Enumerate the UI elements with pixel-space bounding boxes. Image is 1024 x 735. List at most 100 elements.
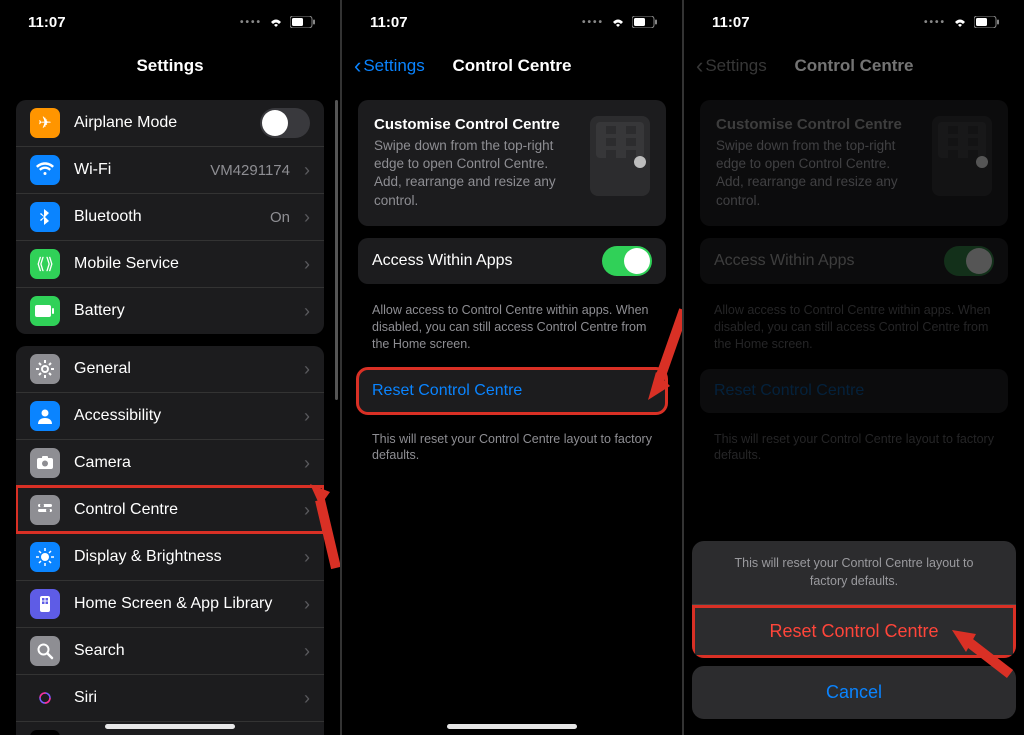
home-indicator[interactable] bbox=[447, 724, 577, 729]
reset-label: Reset Control Centre bbox=[714, 382, 994, 400]
nav-bar: ‹ Settings Control Centre bbox=[342, 44, 682, 88]
reset-control-centre-group: Reset Control Centre bbox=[700, 369, 1008, 413]
access-within-apps-row[interactable]: Access Within Apps bbox=[358, 238, 666, 284]
reset-control-centre-button[interactable]: Reset Control Centre bbox=[358, 369, 666, 413]
chevron-right-icon: › bbox=[304, 254, 310, 275]
customise-promo-card: Customise Control Centre Swipe down from… bbox=[700, 100, 1008, 226]
settings-row-bluetooth[interactable]: BluetoothOn› bbox=[16, 193, 324, 240]
camera-icon bbox=[30, 448, 60, 478]
home-indicator[interactable] bbox=[105, 724, 235, 729]
sheet-reset-button[interactable]: Reset Control Centre bbox=[692, 605, 1016, 658]
access-footer: Allow access to Control Centre within ap… bbox=[684, 296, 1024, 357]
settings-row-camera[interactable]: Camera › bbox=[16, 439, 324, 486]
settings-row-siri[interactable]: Siri› bbox=[16, 674, 324, 721]
reset-control-centre-button: Reset Control Centre bbox=[700, 369, 1008, 413]
nav-title: Control Centre bbox=[453, 56, 572, 76]
access-switch bbox=[944, 246, 994, 276]
access-switch[interactable] bbox=[602, 246, 652, 276]
settings-row-battery[interactable]: Battery› bbox=[16, 287, 324, 334]
nav-bar: Settings bbox=[0, 44, 340, 88]
settings-row-airplane-mode[interactable]: ✈ Airplane Mode bbox=[16, 100, 324, 146]
settings-row-home-screen-app-library[interactable]: Home Screen & App Library› bbox=[16, 580, 324, 627]
access-within-apps-group: Access Within Apps bbox=[358, 238, 666, 284]
wifi-icon bbox=[30, 155, 60, 185]
sheet-message: This will reset your Control Centre layo… bbox=[692, 541, 1016, 605]
chevron-right-icon: › bbox=[304, 641, 310, 662]
status-icons: •••• bbox=[924, 16, 1000, 28]
battery-icon bbox=[974, 16, 1000, 28]
row-label: Camera bbox=[74, 454, 290, 472]
status-bar: 11:07 •••• bbox=[342, 0, 682, 44]
promo-title: Customise Control Centre bbox=[716, 116, 918, 133]
access-within-apps-row: Access Within Apps bbox=[700, 238, 1008, 284]
wifi-icon bbox=[952, 16, 968, 28]
phone-screen-reset-sheet: 11:07 •••• ‹ Settings Control Centre Cus… bbox=[684, 0, 1024, 735]
row-label: Siri bbox=[74, 689, 290, 707]
settings-row-display-brightness[interactable]: Display & Brightness› bbox=[16, 533, 324, 580]
row-label: Display & Brightness bbox=[74, 548, 290, 566]
chevron-left-icon: ‹ bbox=[696, 55, 703, 77]
nav-title: Settings bbox=[136, 56, 203, 76]
chevron-right-icon: › bbox=[304, 453, 310, 474]
back-label: Settings bbox=[705, 56, 766, 76]
promo-graphic bbox=[932, 116, 992, 196]
chevron-right-icon: › bbox=[304, 359, 310, 380]
nav-title: Control Centre bbox=[795, 56, 914, 76]
settings-group-connectivity: ✈Airplane ModeWi-FiVM4291174›BluetoothOn… bbox=[16, 100, 324, 334]
row-label: Accessibility bbox=[74, 407, 290, 425]
settings-row-search[interactable]: Search› bbox=[16, 627, 324, 674]
row-label: Airplane Mode bbox=[74, 114, 246, 132]
action-sheet: This will reset your Control Centre layo… bbox=[692, 541, 1016, 727]
standby-icon bbox=[30, 730, 60, 735]
nav-bar: ‹ Settings Control Centre bbox=[684, 44, 1024, 88]
status-icons: •••• bbox=[582, 16, 658, 28]
control-centre-content-dimmed: Customise Control Centre Swipe down from… bbox=[684, 100, 1024, 468]
promo-description: Swipe down from the top-right edge to op… bbox=[374, 137, 576, 210]
settings-row-wi-fi[interactable]: Wi-FiVM4291174› bbox=[16, 146, 324, 193]
battery-icon bbox=[30, 296, 60, 326]
scroll-indicator[interactable] bbox=[335, 100, 338, 400]
sun-icon bbox=[30, 542, 60, 572]
row-value: On bbox=[270, 209, 290, 226]
row-label: Mobile Service bbox=[74, 255, 290, 273]
settings-row-mobile-service[interactable]: ⟪⟫ Mobile Service › bbox=[16, 240, 324, 287]
wifi-icon bbox=[268, 16, 284, 28]
phone-screen-control-centre: 11:07 •••• ‹ Settings Control Centre Cus… bbox=[342, 0, 682, 735]
row-label: Control Centre bbox=[74, 501, 290, 519]
battery-icon bbox=[290, 16, 316, 28]
row-label: Home Screen & App Library bbox=[74, 595, 290, 613]
icon-icon: ⟪⟫ bbox=[30, 249, 60, 279]
reset-label: Reset Control Centre bbox=[372, 382, 652, 400]
settings-row-general[interactable]: General › bbox=[16, 346, 324, 392]
cellular-icon: •••• bbox=[582, 17, 604, 28]
apps-icon bbox=[30, 589, 60, 619]
person-icon bbox=[30, 401, 60, 431]
sheet-options: This will reset your Control Centre layo… bbox=[692, 541, 1016, 658]
reset-control-centre-group: Reset Control Centre bbox=[358, 369, 666, 413]
toggle-switch[interactable] bbox=[260, 108, 310, 138]
bluetooth-icon bbox=[30, 202, 60, 232]
chevron-right-icon: › bbox=[304, 301, 310, 322]
chevron-right-icon: › bbox=[304, 160, 310, 181]
customise-promo-card[interactable]: Customise Control Centre Swipe down from… bbox=[358, 100, 666, 226]
back-button[interactable]: ‹ Settings bbox=[354, 55, 425, 77]
access-footer: Allow access to Control Centre within ap… bbox=[342, 296, 682, 357]
status-time: 11:07 bbox=[28, 14, 66, 31]
row-label: General bbox=[74, 360, 290, 378]
status-icons: •••• bbox=[240, 16, 316, 28]
reset-footer: This will reset your Control Centre layo… bbox=[342, 425, 682, 469]
reset-footer: This will reset your Control Centre layo… bbox=[684, 425, 1024, 469]
settings-row-control-centre[interactable]: Control Centre › bbox=[16, 486, 324, 533]
sheet-cancel-button[interactable]: Cancel bbox=[692, 666, 1016, 719]
chevron-right-icon: › bbox=[304, 500, 310, 521]
chevron-right-icon: › bbox=[304, 207, 310, 228]
settings-row-accessibility[interactable]: Accessibility › bbox=[16, 392, 324, 439]
sheet-cancel-block: Cancel bbox=[692, 666, 1016, 719]
icon-icon: ✈ bbox=[30, 108, 60, 138]
status-time: 11:07 bbox=[712, 14, 750, 31]
chevron-right-icon: › bbox=[304, 406, 310, 427]
status-bar: 11:07 •••• bbox=[0, 0, 340, 44]
promo-graphic bbox=[590, 116, 650, 196]
back-label: Settings bbox=[363, 56, 424, 76]
promo-description: Swipe down from the top-right edge to op… bbox=[716, 137, 918, 210]
